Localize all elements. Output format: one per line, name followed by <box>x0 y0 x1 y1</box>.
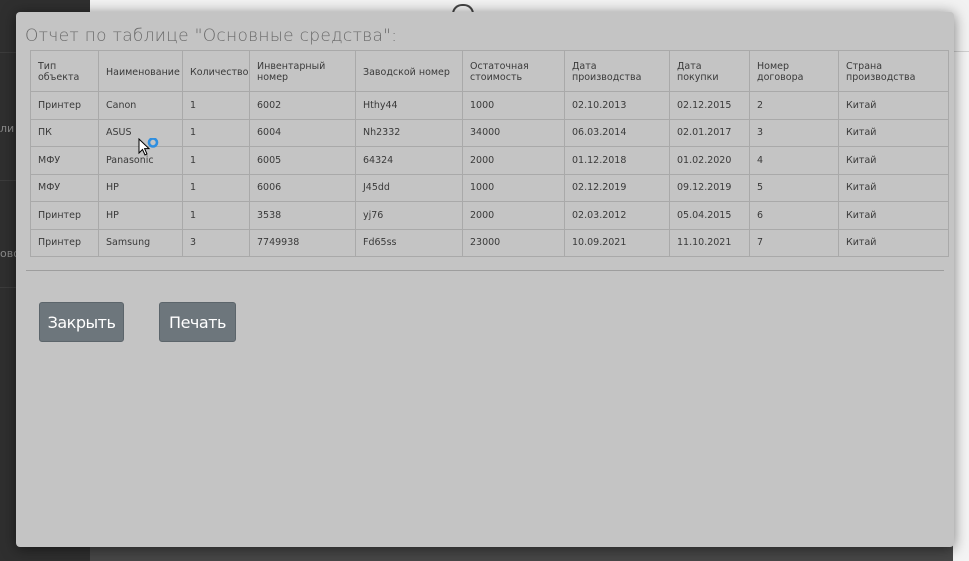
table-cell: HP <box>98 201 183 230</box>
table-cell: МФУ <box>30 173 99 202</box>
table-row: МФУ Panasonic 1 6005 64324 2000 01.12.20… <box>30 146 949 175</box>
table-cell: 01.02.2020 <box>669 146 750 175</box>
table-cell: 02.03.2012 <box>564 201 670 230</box>
table-cell: 06.03.2014 <box>564 118 670 147</box>
column-header: Дата производства <box>564 50 670 92</box>
print-button[interactable]: Печать <box>159 302 236 342</box>
table-cell: МФУ <box>30 146 99 175</box>
report-table: Тип объекта Наименование Количество Инве… <box>30 50 949 257</box>
table-cell: Samsung <box>98 228 183 257</box>
table-cell: yj76 <box>355 201 463 230</box>
table-cell: Принтер <box>30 228 99 257</box>
column-header: Номер договора <box>749 50 839 92</box>
table-cell: 6005 <box>249 146 356 175</box>
column-header: Тип объекта <box>30 50 99 92</box>
table-cell: 01.12.2018 <box>564 146 670 175</box>
table-cell: 3538 <box>249 201 356 230</box>
table-cell: 6004 <box>249 118 356 147</box>
table-cell: 3 <box>749 118 839 147</box>
table-cell: 09.12.2019 <box>669 173 750 202</box>
table-cell: 64324 <box>355 146 463 175</box>
column-header: Инвентарный номер <box>249 50 356 92</box>
column-header: Количество <box>182 50 250 92</box>
modal-divider <box>26 270 944 271</box>
table-cell: Китай <box>838 118 949 147</box>
table-cell: Nh2332 <box>355 118 463 147</box>
table-cell: 34000 <box>462 118 565 147</box>
table-cell: 4 <box>749 146 839 175</box>
table-cell: ПК <box>30 118 99 147</box>
column-header: Страна производства <box>838 50 949 92</box>
table-cell: 1000 <box>462 173 565 202</box>
table-cell: 1 <box>182 173 250 202</box>
table-cell: 02.01.2017 <box>669 118 750 147</box>
modal-title: Отчет по таблице "Основные средства": <box>25 26 398 46</box>
table-cell: Принтер <box>30 91 99 120</box>
table-cell: 11.10.2021 <box>669 228 750 257</box>
table-cell: 1 <box>182 91 250 120</box>
table-cell: 1000 <box>462 91 565 120</box>
app-right-panel <box>953 52 969 561</box>
table-cell: 6 <box>749 201 839 230</box>
table-cell: 02.12.2015 <box>669 91 750 120</box>
table-row: МФУ HP 1 6006 J45dd 1000 02.12.2019 09.1… <box>30 173 949 202</box>
table-header-row: Тип объекта Наименование Количество Инве… <box>30 50 949 92</box>
table-cell: 7749938 <box>249 228 356 257</box>
table-cell: 1 <box>182 118 250 147</box>
column-header: Заводской номер <box>355 50 463 92</box>
table-cell: 05.04.2015 <box>669 201 750 230</box>
table-cell: Принтер <box>30 201 99 230</box>
table-cell: 2000 <box>462 201 565 230</box>
table-cell: J45dd <box>355 173 463 202</box>
table-row: Принтер Canon 1 6002 Hthy44 1000 02.10.2… <box>30 91 949 120</box>
table-cell: 3 <box>182 228 250 257</box>
table-row: ПК ASUS 1 6004 Nh2332 34000 06.03.2014 0… <box>30 118 949 147</box>
table-cell: 02.10.2013 <box>564 91 670 120</box>
table-cell: 6002 <box>249 91 356 120</box>
table-cell: 6006 <box>249 173 356 202</box>
table-cell: HP <box>98 173 183 202</box>
sidebar-item-label: ли <box>0 122 15 135</box>
table-cell: Panasonic <box>98 146 183 175</box>
table-cell: 7 <box>749 228 839 257</box>
table-cell: Китай <box>838 228 949 257</box>
table-cell: Canon <box>98 91 183 120</box>
close-button[interactable]: Закрыть <box>39 302 124 342</box>
table-cell: 5 <box>749 173 839 202</box>
table-cell: Китай <box>838 146 949 175</box>
table-cell: 2 <box>749 91 839 120</box>
table-cell: Китай <box>838 173 949 202</box>
column-header: Дата покупки <box>669 50 750 92</box>
table-cell: Hthy44 <box>355 91 463 120</box>
column-header: Остаточная стоимость <box>462 50 565 92</box>
table-cell: 10.09.2021 <box>564 228 670 257</box>
column-header: Наименование <box>98 50 183 92</box>
table-cell: 2000 <box>462 146 565 175</box>
table-row: Принтер HP 1 3538 yj76 2000 02.03.2012 0… <box>30 201 949 230</box>
table-row: Принтер Samsung 3 7749938 Fd65ss 23000 1… <box>30 228 949 257</box>
table-cell: ASUS <box>98 118 183 147</box>
table-cell: Китай <box>838 91 949 120</box>
table-cell: 02.12.2019 <box>564 173 670 202</box>
table-cell: 1 <box>182 146 250 175</box>
table-cell: 23000 <box>462 228 565 257</box>
table-cell: Китай <box>838 201 949 230</box>
table-cell: 1 <box>182 201 250 230</box>
report-modal: Отчет по таблице "Основные средства": Ти… <box>16 12 954 547</box>
table-cell: Fd65ss <box>355 228 463 257</box>
